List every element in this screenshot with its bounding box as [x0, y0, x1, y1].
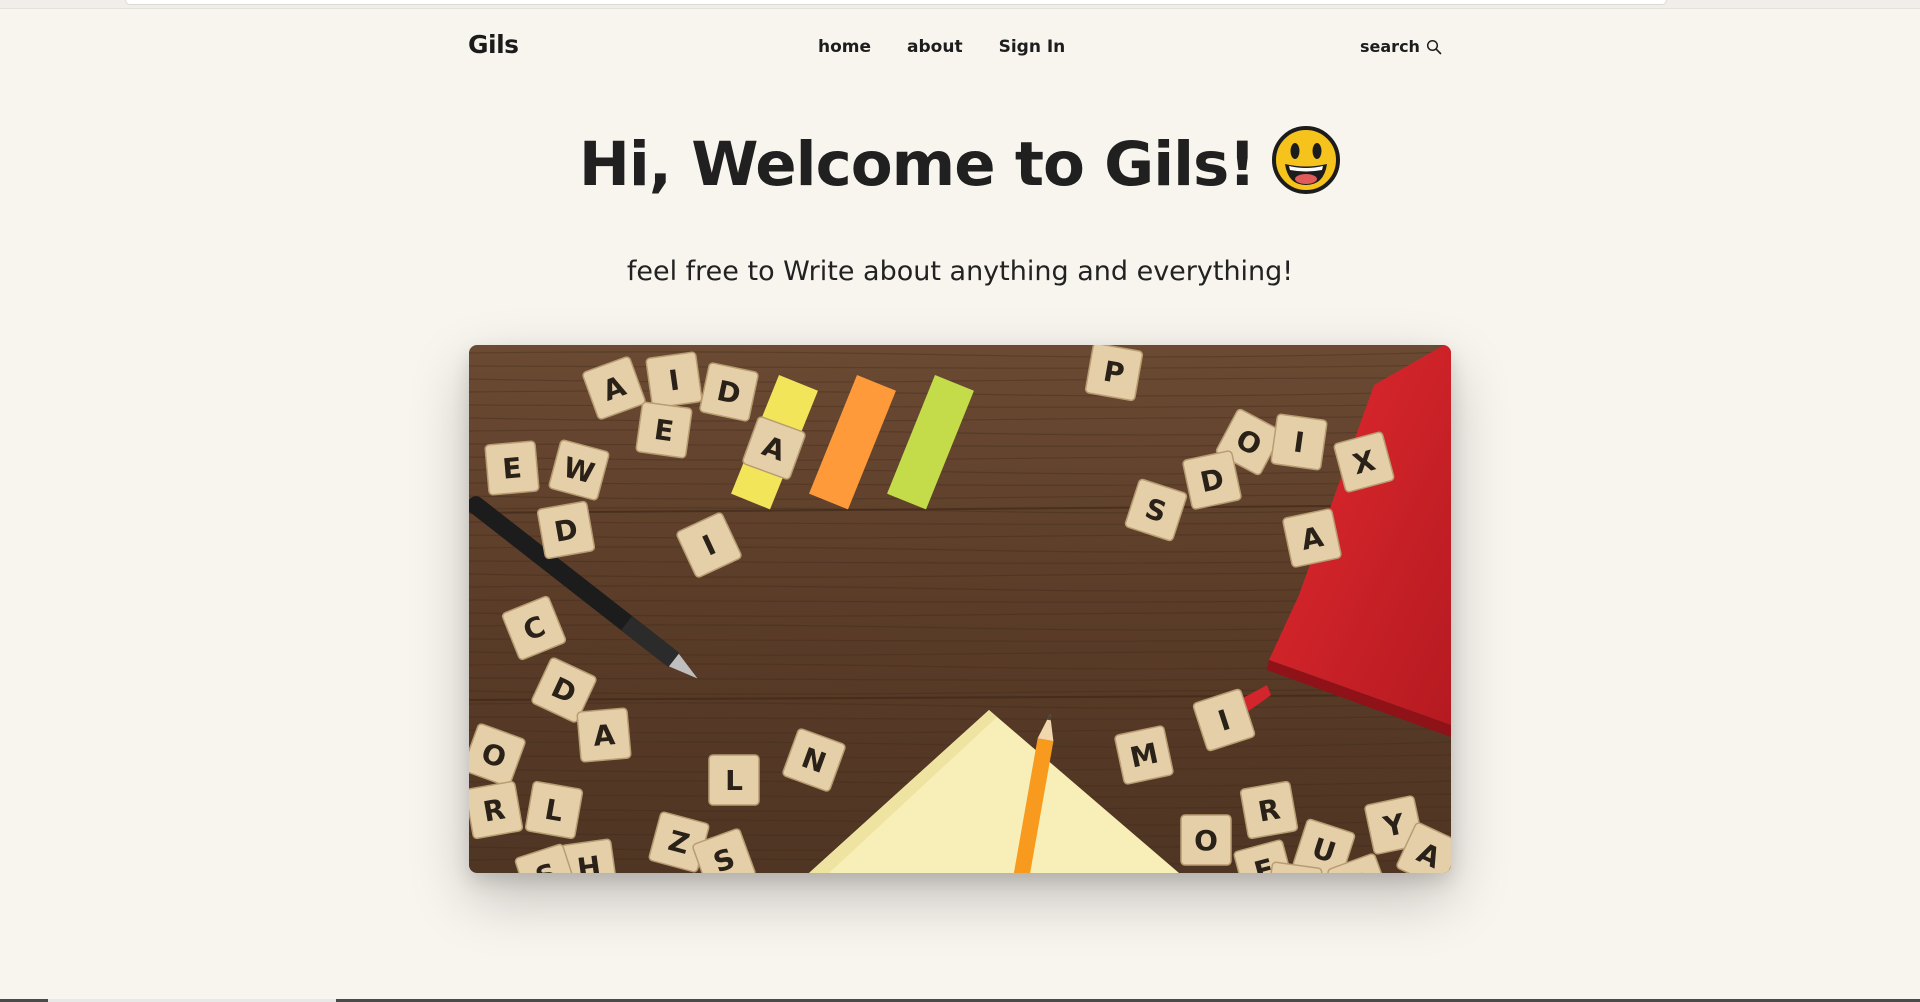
search-icon	[1426, 39, 1442, 55]
letter-tile: D	[536, 500, 596, 560]
hero-title-text: Hi, Welcome to Gils!	[578, 129, 1256, 200]
top-strip-pill	[125, 0, 1667, 5]
search-label: search	[1360, 37, 1420, 56]
hero-subtitle: feel free to Write about anything and ev…	[626, 256, 1294, 287]
letter-tile: L	[524, 780, 584, 840]
nav-link-about[interactable]: about	[907, 37, 963, 57]
nav-links: home about Sign In	[818, 37, 1065, 57]
letter-tile-text: E	[501, 451, 523, 486]
letter-tile: D	[699, 362, 759, 422]
letter-tile: E	[484, 440, 540, 496]
letter-tile: I	[1270, 413, 1328, 471]
letter-tile: A	[1282, 508, 1342, 568]
letter-tile: M	[1114, 725, 1174, 785]
letter-tile-text: H	[575, 850, 603, 873]
letter-tile: E	[635, 401, 693, 459]
nav-link-home[interactable]: home	[818, 37, 871, 57]
letter-tile: R	[1239, 780, 1299, 840]
letter-tile-text: L	[725, 764, 743, 797]
hero-title: Hi, Welcome to Gils!	[0, 125, 1920, 202]
hero-image: AIDEWEADIPOSDIXACDOARLHSZSLNMIROEUYEAE	[469, 345, 1451, 873]
brand-logo[interactable]: Gils	[468, 30, 519, 59]
grinning-face-icon	[1271, 125, 1341, 195]
search-button[interactable]: search	[1360, 37, 1442, 56]
letter-tile: P	[1084, 345, 1144, 402]
letter-tile-text: O	[1194, 824, 1218, 857]
letter-tile: L	[708, 754, 760, 806]
letter-tile: D	[1182, 450, 1242, 510]
letter-tile-text: A	[592, 718, 617, 753]
nav-link-sign-in[interactable]: Sign In	[999, 37, 1066, 57]
letter-tile: A	[576, 707, 632, 763]
page: Gils home about Sign In search Hi, Welco…	[0, 0, 1920, 1002]
hero-image-illustration: AIDEWEADIPOSDIXACDOARLHSZSLNMIROEUYEAE	[469, 345, 1451, 873]
navbar: Gils home about Sign In search	[0, 20, 1920, 72]
letter-tile: R	[469, 780, 524, 840]
letter-tile: O	[1180, 814, 1232, 866]
browser-top-strip	[0, 0, 1920, 9]
letter-tile: I	[645, 351, 703, 409]
